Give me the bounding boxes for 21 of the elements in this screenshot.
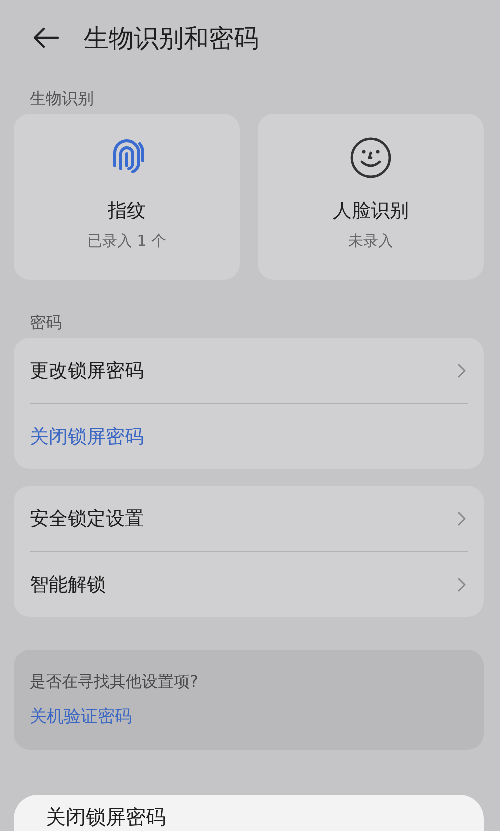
biometric-card[interactable]: 人脸识别 未录入	[258, 114, 484, 280]
chevron-right-icon	[458, 578, 466, 592]
back-button[interactable]	[32, 27, 60, 49]
suggestion-question: 是否在寻找其他设置项?	[30, 672, 198, 693]
settings-item[interactable]: 安全锁定设置	[30, 506, 144, 532]
page-title: 生物识别和密码	[84, 22, 259, 54]
biometric-name: 指纹	[108, 199, 146, 224]
biometric-status: 已录入 1 个	[87, 232, 167, 251]
chevron-right-icon	[458, 364, 466, 378]
biometric-name: 人脸识别	[333, 199, 409, 224]
smiley-face-icon	[349, 136, 393, 180]
biometric-card[interactable]: 指纹 已录入 1 个	[14, 114, 240, 280]
section-label: 生物识别	[29, 88, 95, 110]
chevron-right-icon	[458, 512, 466, 526]
section-label: 密码	[29, 312, 63, 334]
sheet-title: 关闭锁屏密码	[46, 805, 167, 829]
settings-item[interactable]: 智能解锁	[30, 572, 106, 598]
back-arrow-icon	[32, 27, 60, 49]
settings-item[interactable]: 更改锁屏密码	[30, 358, 144, 384]
biometric-status: 未录入	[348, 232, 394, 251]
action-link[interactable]: 关闭锁屏密码	[30, 424, 144, 450]
